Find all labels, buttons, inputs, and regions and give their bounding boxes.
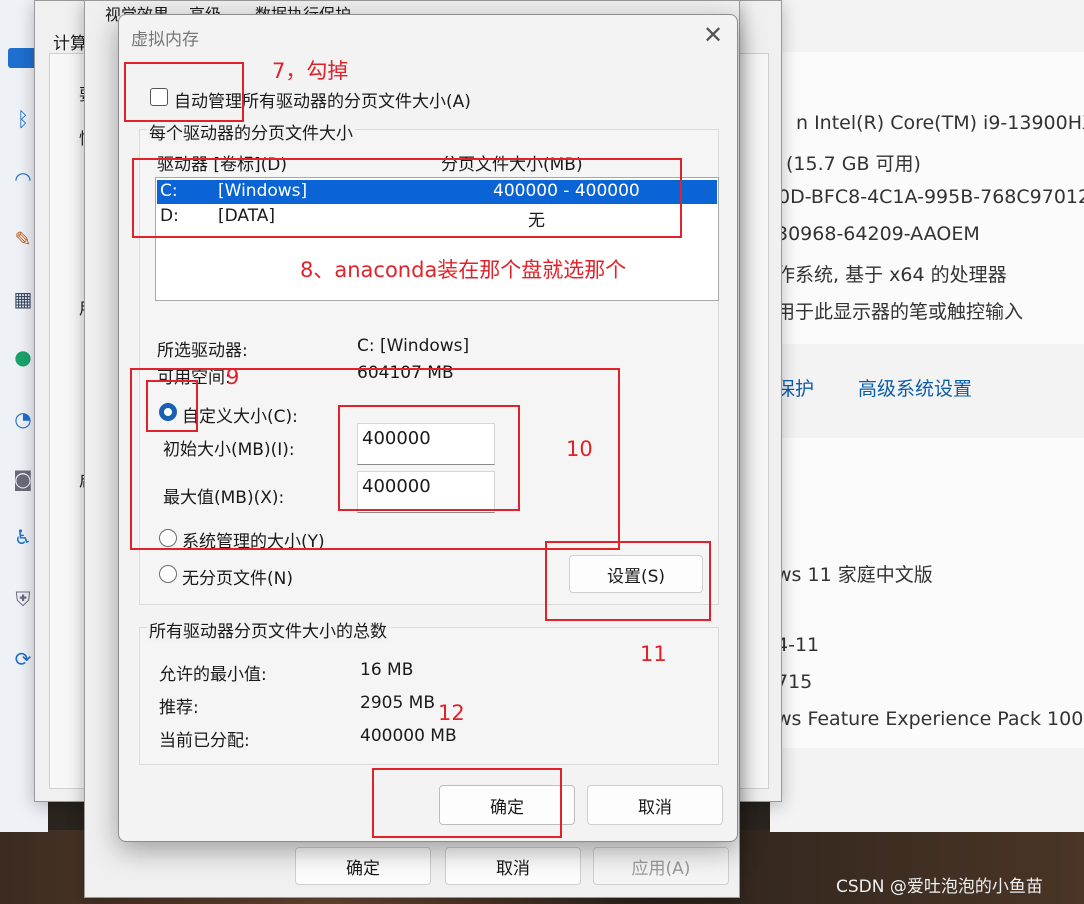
no-paging-label: 无分页文件(N) [182,569,293,589]
account-icon[interactable]: ● [10,344,36,370]
annotation-12: 12 [438,701,465,725]
about-row: ws 11 家庭中文版 [776,564,933,586]
shield-icon[interactable]: ⛨ [10,586,36,612]
annotation-box-8 [132,158,682,238]
totals-group-title: 所有驱动器分页文件大小的总数 [147,617,389,642]
gaming-icon[interactable]: ◙ [10,466,36,492]
perf-apply-button[interactable]: 应用(A) [593,847,729,885]
about-row: n Intel(R) Core(TM) i9-13900HX [796,112,1084,134]
annotation-7: 7，勾掉 [272,59,349,83]
min-allowed-label: 允许的最小值: [159,665,267,685]
about-row: 作系统, 基于 x64 的处理器 [776,264,1007,286]
annotation-box-12 [372,768,562,838]
about-panel: n Intel(R) Core(TM) i9-13900HX (15.7 GB … [770,0,1084,832]
annotation-10: 10 [566,437,593,461]
annotation-box-9 [146,380,198,432]
selected-drive-label: 所选驱动器: [157,341,248,361]
perf-cancel-button[interactable]: 取消 [445,847,581,885]
min-allowed-value: 16 MB [360,660,414,680]
annotation-box-11 [545,541,711,621]
time-language-icon[interactable]: ◔ [10,406,36,432]
brush-icon[interactable]: ✎ [10,226,36,252]
about-row: 4-11 [776,634,820,656]
close-icon[interactable]: ✕ [703,21,723,49]
recommended-label: 推荐: [159,698,199,718]
watermark: CSDN @爱吐泡泡的小鱼苗 [836,877,1043,897]
no-paging-radio[interactable] [159,565,177,583]
cancel-button[interactable]: 取消 [587,785,723,825]
perf-ok-button[interactable]: 确定 [295,847,431,885]
wifi-icon[interactable]: ◠ [10,166,36,192]
dialog-title: 虚拟内存 [131,30,199,50]
tab-computer-name[interactable]: 计算 [53,29,87,54]
about-row: (15.7 GB 可用) [786,153,921,175]
annotation-11: 11 [640,642,667,666]
annotation-box-7 [124,62,244,122]
about-row: 0D-BFC8-4C1A-995B-768C97012C [778,186,1084,208]
update-icon[interactable]: ⟳ [10,646,36,672]
annotation-9: 9 [226,365,240,389]
apps-icon[interactable]: ▦ [10,286,36,312]
accessibility-icon[interactable]: ♿ [10,524,36,550]
about-row: 30968-64209-AAOEM [776,223,980,245]
bluetooth-icon[interactable]: ᛒ [10,106,36,132]
allocated-value: 400000 MB [360,726,457,746]
annotation-box-10 [338,405,520,511]
advanced-system-settings-link[interactable]: 高级系统设置 [858,374,972,401]
selected-drive-value: C: [Windows] [357,336,470,356]
about-row: ws Feature Experience Pack 1000.2 [776,708,1084,730]
about-row: 用于此显示器的笔或触控输入 [776,301,1024,323]
windows-specs-card [770,438,1084,748]
per-drive-group-title: 每个驱动器的分页文件大小 [147,119,355,144]
allocated-label: 当前已分配: [159,731,250,751]
recommended-value: 2905 MB [360,693,435,713]
annotation-8: 8、anaconda装在那个盘就选那个 [300,258,627,282]
